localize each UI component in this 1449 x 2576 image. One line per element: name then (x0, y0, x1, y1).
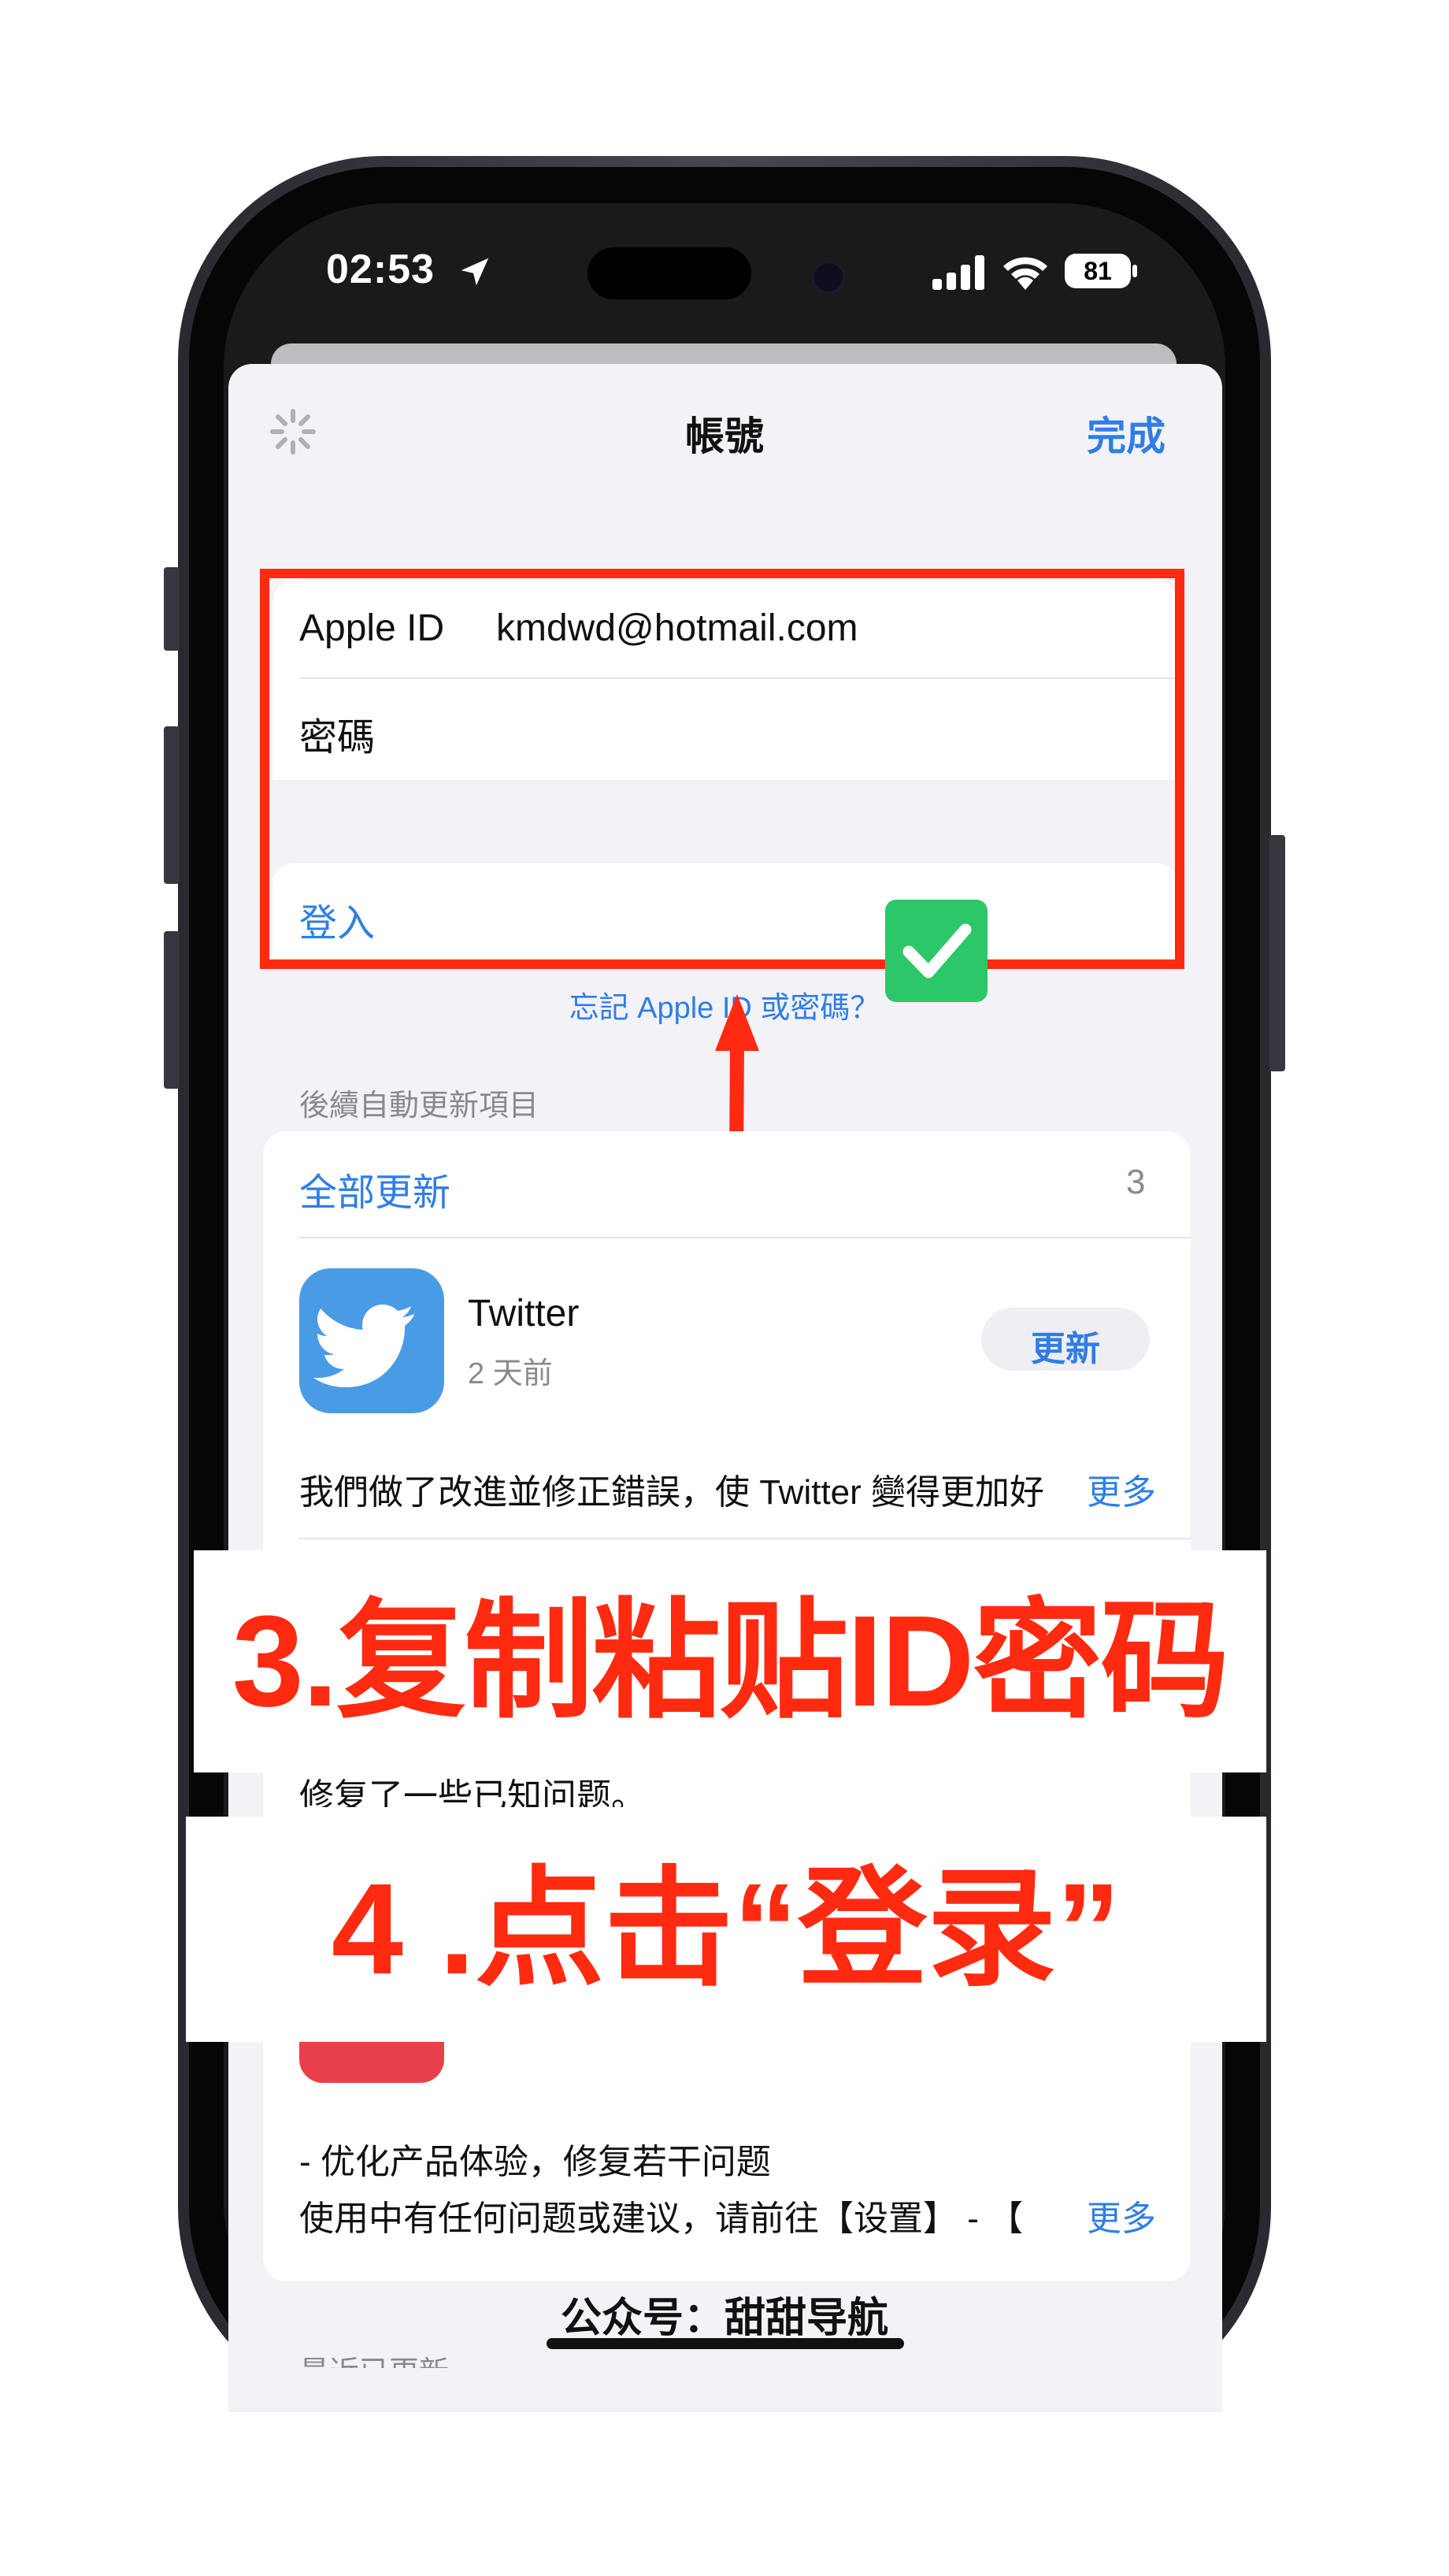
watermark: 公众号：甜甜导航 (560, 2296, 888, 2341)
release-notes-partial: 修复了一些已知问题。 (299, 1777, 646, 1807)
loading-spinner-icon (270, 409, 316, 455)
twitter-app-icon (299, 1268, 444, 1413)
bird-icon (313, 1305, 414, 1387)
wifi-icon (1003, 257, 1047, 290)
highlight-box (260, 569, 1184, 969)
annotation-step-4: 4 .点击“登录” (331, 1857, 1121, 2001)
release-notes-line2: 使用中有任何问题或建议，请前往【设置】 - 【 (299, 2199, 1024, 2238)
status-time: 02:53 (326, 247, 435, 292)
update-count: 3 (1126, 1163, 1146, 1201)
camera-icon (811, 260, 846, 295)
update-button-label: 更新 (1031, 1330, 1100, 1368)
more-link[interactable]: 更多 (1079, 1464, 1156, 1514)
dynamic-island (587, 247, 751, 299)
volume-up-button (164, 726, 180, 884)
release-notes-line1: - 优化产品体验，修复若干问题 (299, 2143, 771, 2181)
battery-indicator: 81 (1065, 254, 1131, 288)
app-update-date: 2 天前 (468, 1357, 553, 1390)
checkmark-icon (902, 923, 972, 978)
action-button (164, 567, 180, 651)
location-arrow-icon (461, 258, 489, 286)
section-header: 後續自動更新項目 (299, 1089, 539, 1123)
more-link[interactable]: 更多 (1079, 2190, 1156, 2240)
volume-down-button (164, 931, 180, 1089)
power-button (1269, 835, 1285, 1071)
divider (299, 1237, 1191, 1238)
battery-cap-icon (1132, 265, 1137, 277)
annotation-step-3: 3.复制粘贴ID密码 (232, 1589, 1230, 1733)
recent-section-header: 最近已更新 (299, 2348, 449, 2368)
divider (299, 1538, 1191, 1539)
done-button[interactable]: 完成 (1087, 405, 1166, 462)
cellular-signal-icon (932, 255, 984, 290)
release-notes: 我們做了改進並修正錯誤，使 Twitter 變得更加好 (299, 1473, 1045, 1512)
home-indicator (547, 2338, 904, 2349)
page-title: 帳號 (685, 414, 764, 458)
check-badge (885, 900, 988, 1002)
app-name: Twitter (468, 1293, 580, 1334)
update-all-button[interactable]: 全部更新 (299, 1161, 450, 1216)
